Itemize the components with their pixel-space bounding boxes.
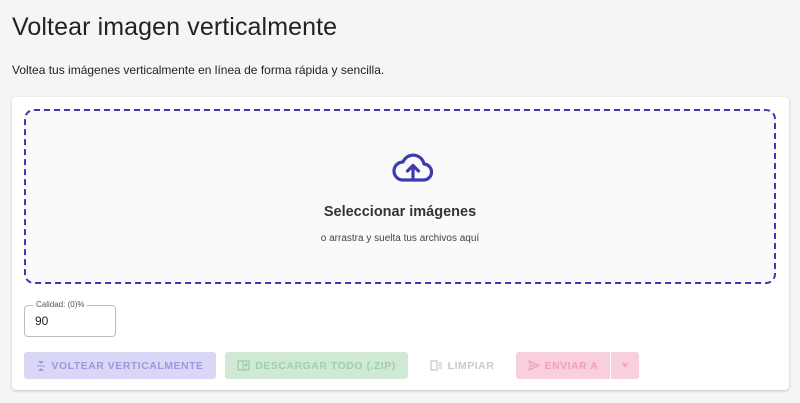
quality-label: Calidad: (0)% bbox=[33, 300, 88, 310]
download-all-button[interactable]: DESCARGAR TODO (.ZIP) bbox=[225, 352, 408, 379]
caret-down-icon bbox=[621, 363, 629, 368]
page-subtitle: Voltea tus imágenes verticalmente en lín… bbox=[12, 63, 385, 77]
archive-icon bbox=[237, 360, 250, 371]
dropzone-title[interactable]: Seleccionar imágenes bbox=[26, 204, 774, 220]
flip-vertical-label: VOLTEAR VERTICALMENTE bbox=[51, 359, 204, 372]
download-all-label: DESCARGAR TODO (.ZIP) bbox=[255, 359, 396, 372]
file-dropzone[interactable]: Seleccionar imágenes o arrastra y suelta… bbox=[24, 109, 776, 284]
send-to-label: ENVIAR A bbox=[544, 359, 599, 372]
flip-vertical-icon bbox=[37, 360, 46, 371]
send-to-dropdown-button[interactable] bbox=[611, 352, 639, 379]
cloud-upload-icon bbox=[392, 153, 434, 182]
clear-icon bbox=[430, 360, 442, 371]
send-icon bbox=[527, 360, 540, 371]
clear-label: LIMPIAR bbox=[447, 359, 495, 372]
page-title: Voltear imagen verticalmente bbox=[12, 13, 338, 41]
clear-button[interactable]: LIMPIAR bbox=[417, 352, 507, 379]
quality-field[interactable]: Calidad: (0)% bbox=[24, 300, 116, 337]
quality-input[interactable] bbox=[35, 314, 105, 328]
dropzone-hint: o arrastra y suelta tus archivos aquí bbox=[320, 233, 480, 244]
tool-card: Seleccionar imágenes o arrastra y suelta… bbox=[12, 97, 789, 390]
send-to-button[interactable]: ENVIAR A bbox=[516, 352, 610, 379]
flip-vertical-button[interactable]: VOLTEAR VERTICALMENTE bbox=[24, 352, 216, 379]
